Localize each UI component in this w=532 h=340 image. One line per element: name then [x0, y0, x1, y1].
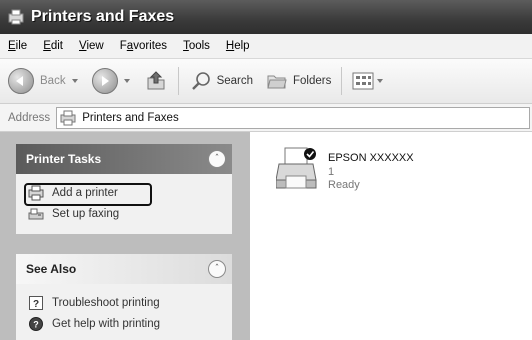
get-help-printing-link[interactable]: ? Get help with printing	[16, 313, 232, 334]
views-dropdown-icon[interactable]	[377, 79, 384, 83]
views-button[interactable]	[348, 64, 387, 98]
back-arrow-icon	[8, 68, 34, 94]
printer-item[interactable]: EPSON XXXXXX 1 Ready	[276, 144, 456, 204]
setup-faxing-link[interactable]: Set up faxing	[16, 203, 232, 224]
printer-job-count: 1	[328, 166, 335, 178]
troubleshoot-printing-link[interactable]: ? Troubleshoot printing	[16, 292, 232, 313]
task-pane: Printer Tasks ˆ Add a printer Set up fax…	[0, 132, 250, 340]
search-button[interactable]: Search	[185, 64, 257, 98]
add-printer-link[interactable]: Add a printer	[16, 182, 232, 206]
toolbar: Back Search Folders	[0, 59, 532, 104]
fax-icon	[28, 208, 44, 219]
printer-status: Ready	[328, 179, 360, 191]
help-circle-icon: ?	[29, 316, 43, 331]
menu-edit[interactable]: Edit	[35, 40, 71, 52]
folders-button[interactable]: Folders	[261, 64, 335, 98]
address-label: Address	[8, 111, 51, 124]
see-also-header[interactable]: See Also ˆ	[16, 254, 232, 284]
printer-tasks-panel: Printer Tasks ˆ Add a printer Set up fax…	[16, 144, 232, 234]
printer-tasks-header[interactable]: Printer Tasks ˆ	[16, 144, 232, 174]
printer-name: EPSON XXXXXX	[328, 152, 414, 164]
menu-favorites[interactable]: Favorites	[112, 40, 175, 52]
search-icon	[191, 72, 210, 90]
menu-file[interactable]: Eile	[0, 40, 35, 52]
address-bar: Address Printers and Faxes	[0, 104, 532, 132]
help-book-icon: ?	[29, 295, 43, 310]
collapse-chevron-icon[interactable]: ˆ	[208, 150, 226, 168]
svg-text:?: ?	[33, 299, 39, 310]
views-icon	[352, 72, 374, 90]
menu-help[interactable]: Help	[218, 40, 258, 52]
printer-folder-icon	[7, 8, 25, 26]
printers-folder-icon	[60, 110, 76, 125]
back-button[interactable]: Back	[4, 64, 82, 98]
svg-text:?: ?	[33, 319, 39, 329]
toolbar-separator	[341, 67, 343, 95]
menu-bar: Eile Edit View Favorites Tools Help	[0, 34, 532, 59]
address-value: Printers and Faxes	[82, 111, 179, 124]
back-dropdown-icon[interactable]	[71, 79, 78, 83]
menu-tools[interactable]: Tools	[175, 40, 218, 52]
forward-dropdown-icon[interactable]	[123, 79, 130, 83]
see-also-title: See Also	[26, 262, 77, 276]
see-also-panel: See Also ˆ ? Troubleshoot printing ? Get…	[16, 254, 232, 340]
address-field[interactable]: Printers and Faxes	[56, 106, 530, 129]
toolbar-separator	[177, 67, 179, 95]
get-help-printing-label: Get help with printing	[52, 317, 161, 330]
title-bar: Printers and Faxes	[0, 0, 532, 34]
up-folder-button[interactable]	[140, 64, 172, 98]
forward-button[interactable]	[88, 64, 134, 98]
up-folder-icon	[147, 71, 165, 90]
setup-faxing-label: Set up faxing	[52, 207, 120, 220]
add-printer-icon	[28, 185, 44, 200]
window-title: Printers and Faxes	[31, 8, 175, 25]
printer-icon	[276, 147, 317, 189]
printer-tasks-title: Printer Tasks	[26, 152, 102, 166]
troubleshoot-printing-label: Troubleshoot printing	[52, 296, 160, 309]
menu-view[interactable]: View	[71, 40, 112, 52]
collapse-chevron-icon[interactable]: ˆ	[208, 260, 226, 278]
forward-arrow-icon	[91, 68, 118, 94]
folders-icon	[267, 75, 287, 89]
